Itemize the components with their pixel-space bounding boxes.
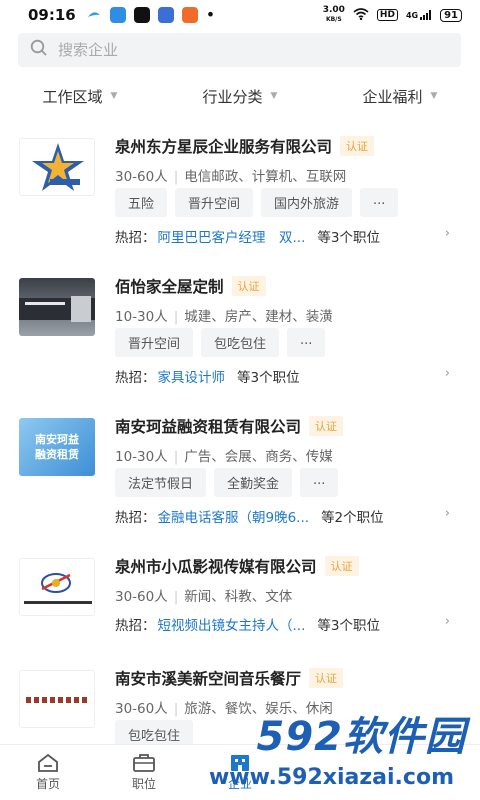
nav-companies[interactable]: 企业	[192, 745, 288, 800]
company-name: 佰怡家全屋定制	[115, 278, 224, 296]
benefit-tag: 法定节假日	[115, 468, 207, 497]
more-dot-icon: •	[205, 5, 216, 24]
hot-jobs[interactable]: 热招： 阿里巴巴客户经理 双... 等3个职位	[115, 226, 455, 246]
chevron-right-icon[interactable]: ›	[445, 506, 450, 521]
nav-home[interactable]: 首页	[0, 745, 96, 800]
company-meta: 30-60人 | 电信邮政、计算机、互联网	[115, 169, 347, 185]
company-meta: 30-60人 | 旅游、餐饮、娱乐、休闲	[115, 701, 333, 717]
company-logo	[19, 278, 95, 336]
status-bar: 09:16 • 3.00 KB/S HD 4G 91	[0, 0, 480, 30]
benefit-tag: ...	[360, 188, 399, 217]
company-icon	[231, 755, 249, 771]
benefit-tag: 包吃包住	[201, 328, 280, 357]
chevron-right-icon[interactable]: ›	[445, 366, 450, 381]
benefit-tags: 晋升空间 包吃包住 ...	[115, 328, 326, 357]
hot-job-title[interactable]: 家具设计师	[158, 366, 226, 386]
chevron-right-icon[interactable]: ›	[445, 614, 450, 629]
logo-text: 南安珂益 融资租赁	[35, 433, 79, 461]
company-name: 泉州东方星辰企业服务有限公司	[115, 138, 333, 156]
caret-down-icon: ▼	[270, 91, 278, 101]
verified-badge: 认证	[324, 556, 359, 576]
search-bar[interactable]	[18, 33, 461, 67]
company-meta: 30-60人 | 新闻、科教、文体	[115, 589, 293, 605]
app-qq-icon	[109, 7, 126, 23]
search-input[interactable]	[58, 41, 438, 59]
company-name: 泉州市小瓜影视传媒有限公司	[115, 558, 317, 576]
nav-jobs[interactable]: 职位	[96, 745, 192, 800]
hot-job-title[interactable]: 短视频出镜女主持人（...	[158, 614, 306, 634]
hot-jobs[interactable]: 热招： 短视频出镜女主持人（... 等3个职位	[115, 614, 455, 634]
caret-down-icon: ▼	[430, 91, 438, 101]
benefit-tags: 五险 晋升空间 国内外旅游 ...	[115, 188, 399, 217]
company-card[interactable]: 泉州东方星辰企业服务有限公司 认证 30-60人 | 电信邮政、计算机、互联网 五险…	[0, 130, 480, 270]
company-logo	[19, 138, 95, 196]
verified-badge: 认证	[231, 276, 266, 296]
notification-icons: •	[85, 5, 216, 24]
company-list: 泉州东方星辰企业服务有限公司 认证 30-60人 | 电信邮政、计算机、互联网 五险…	[0, 130, 480, 772]
filter-work-area[interactable]: 工作区域 ▼	[0, 80, 160, 112]
benefit-tag: 国内外旅游	[261, 188, 353, 217]
company-card[interactable]: 南安珂益 融资租赁 南安珂益融资租赁有限公司 认证 10-30人 | 广告、会展、商…	[0, 410, 480, 550]
chevron-right-icon[interactable]: ›	[445, 226, 450, 241]
filter-bar: 工作区域 ▼ 行业分类 ▼ 企业福利 ▼	[0, 80, 480, 112]
verified-badge: 认证	[309, 668, 344, 688]
company-logo	[19, 558, 95, 616]
home-icon	[38, 753, 58, 772]
verified-badge: 认证	[340, 136, 375, 156]
benefit-tag: 五险	[115, 188, 168, 217]
app-blue-icon	[157, 7, 174, 23]
company-logo: 南安珂益 融资租赁	[19, 418, 95, 476]
battery-indicator: 91	[440, 8, 462, 22]
status-time: 09:16	[28, 6, 76, 24]
company-name: 南安珂益融资租赁有限公司	[115, 418, 302, 436]
company-meta: 10-30人 | 城建、房产、建材、装潢	[115, 309, 333, 325]
search-icon	[30, 39, 48, 61]
app-tiktok-icon	[133, 7, 150, 23]
wifi-icon	[353, 7, 369, 23]
filter-benefits[interactable]: 企业福利 ▼	[320, 80, 480, 112]
net-speed: 3.00 KB/S	[322, 5, 345, 24]
verified-badge: 认证	[309, 416, 344, 436]
benefit-tag: 晋升空间	[115, 328, 194, 357]
benefit-tag: ...	[287, 328, 326, 357]
benefit-tag: ...	[300, 468, 339, 497]
caret-down-icon: ▼	[110, 91, 118, 101]
benefit-tag: 全勤奖金	[214, 468, 293, 497]
app-bird-icon	[85, 7, 102, 23]
benefit-tag: 晋升空间	[175, 188, 254, 217]
hd-badge: HD	[376, 9, 398, 21]
company-card[interactable]: 佰怡家全屋定制 认证 10-30人 | 城建、房产、建材、装潢 晋升空间 包吃包住 …	[0, 270, 480, 410]
app-orange-icon	[181, 7, 198, 23]
company-logo	[19, 670, 95, 728]
company-card[interactable]: 泉州市小瓜影视传媒有限公司 认证 30-60人 | 新闻、科教、文体 热招： 短视频…	[0, 550, 480, 662]
briefcase-icon	[133, 754, 155, 772]
hot-job-title[interactable]: 阿里巴巴客户经理 双...	[158, 226, 306, 246]
hot-jobs[interactable]: 热招： 金融电话客服（朝9晚6... 等2个职位	[115, 506, 455, 526]
benefit-tags: 法定节假日 全勤奖金 ...	[115, 468, 339, 497]
hot-jobs[interactable]: 热招： 家具设计师 等3个职位	[115, 366, 455, 386]
signal-icon: 4G	[406, 10, 432, 20]
company-name: 南安市溪美新空间音乐餐厅	[115, 670, 302, 688]
bottom-nav: 首页 职位 企业	[0, 744, 480, 800]
company-meta: 10-30人 | 广告、会展、商务、传媒	[115, 449, 333, 465]
hot-job-title[interactable]: 金融电话客服（朝9晚6...	[158, 506, 310, 526]
filter-industry[interactable]: 行业分类 ▼	[160, 80, 320, 112]
